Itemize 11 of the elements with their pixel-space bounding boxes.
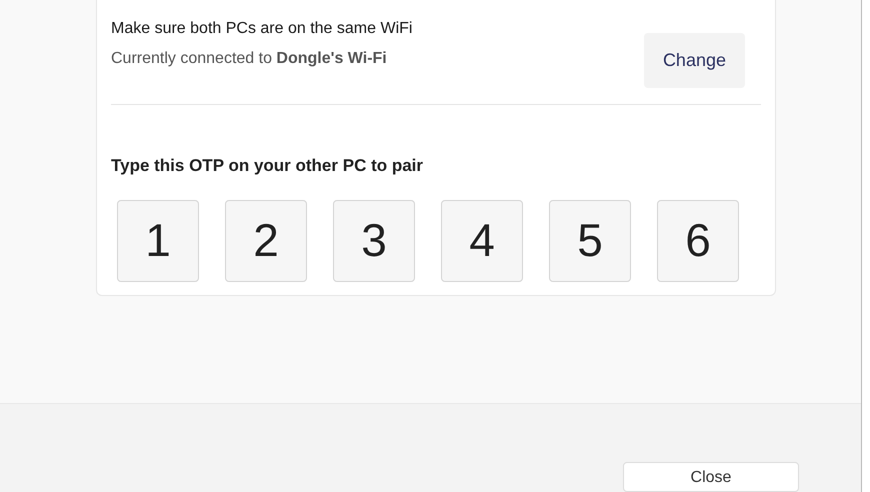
otp-digit: 4 [441,200,523,282]
otp-title: Type this OTP on your other PC to pair [111,155,424,177]
otp-digit: 1 [117,200,199,282]
otp-digit: 5 [549,200,631,282]
wifi-status: Currently connected to Dongle's Wi-Fi [111,49,388,69]
change-button[interactable]: Change [644,33,745,88]
otp-digit: 3 [333,200,415,282]
close-button[interactable]: Close [623,462,799,492]
wifi-title: Make sure both PCs are on the same WiFi [111,19,412,39]
otp-digit: 6 [657,200,739,282]
otp-digit: 2 [225,200,307,282]
